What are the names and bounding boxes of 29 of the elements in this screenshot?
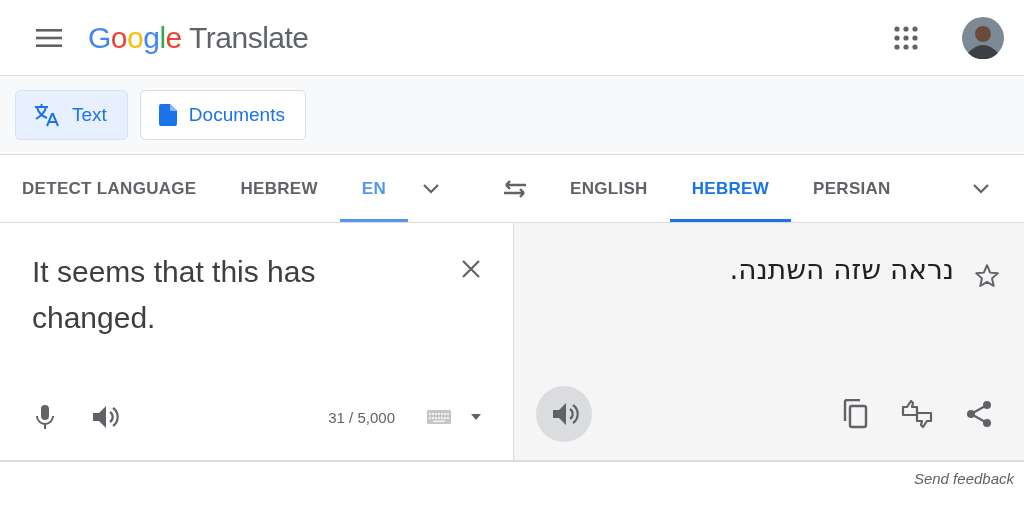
speaker-icon — [552, 401, 580, 427]
star-icon[interactable] — [974, 263, 1000, 289]
translate-icon — [34, 103, 60, 127]
mode-tab[interactable]: Text — [15, 90, 128, 140]
chevron-down-icon[interactable] — [972, 182, 990, 195]
chevron-down-icon[interactable] — [422, 182, 441, 195]
apps-icon[interactable] — [894, 25, 918, 50]
feedback-link[interactable]: Send feedback — [913, 470, 1014, 487]
listen-button[interactable] — [536, 386, 592, 442]
language-tab[interactable]: DETECT LANGUAGE — [0, 155, 219, 222]
source-text-field[interactable]: It seems that this has changed. — [32, 249, 441, 341]
menu-icon[interactable] — [36, 28, 62, 47]
character-count: 31 / 5,000 — [328, 408, 395, 426]
copy-icon[interactable] — [842, 399, 868, 429]
mode-tab[interactable]: Documents — [139, 90, 306, 140]
close-icon[interactable] — [461, 259, 481, 279]
caret-icon[interactable] — [471, 414, 481, 420]
language-tab[interactable]: HEBREW — [218, 155, 340, 222]
language-tab[interactable]: PERSIAN — [791, 155, 913, 222]
rate-icon[interactable] — [900, 399, 934, 429]
speaker-icon[interactable] — [92, 404, 120, 430]
language-tab[interactable]: ENGLISH — [548, 155, 670, 222]
logo[interactable]: Google Translate — [88, 20, 309, 55]
swap-icon[interactable] — [502, 178, 528, 199]
translation-text: נראה שזה השתנה. — [729, 253, 954, 286]
microphone-icon[interactable] — [36, 404, 54, 430]
document-icon — [158, 104, 177, 126]
avatar[interactable] — [962, 16, 1004, 59]
share-icon[interactable] — [966, 400, 992, 428]
